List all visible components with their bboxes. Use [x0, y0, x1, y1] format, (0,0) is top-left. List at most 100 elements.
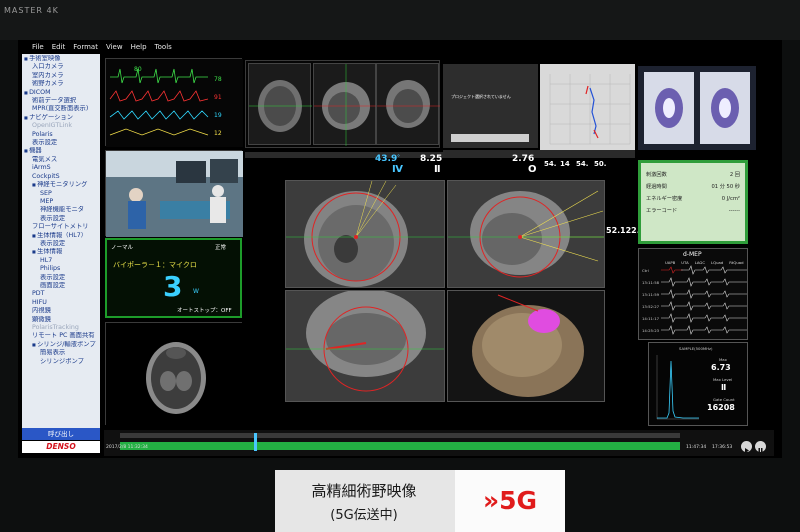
sidebar-item-label: PolarisTracking — [32, 324, 79, 331]
hr-value: 80 — [134, 66, 142, 73]
sidebar-item[interactable]: ■ ナビゲーション — [22, 114, 100, 122]
sidebar-item-label: 術前データ選択 — [32, 97, 77, 105]
sidebar-item[interactable]: 表示設定 — [22, 240, 100, 248]
sidebar-item[interactable]: HIFU — [22, 299, 100, 307]
ct-axial-view[interactable] — [105, 322, 243, 426]
dmep-traces — [661, 265, 747, 335]
sidebar-item-label: OpenIGTLink — [32, 122, 73, 130]
sidebar-item[interactable]: 神経機能モニタ — [22, 206, 100, 214]
or-scene — [106, 151, 243, 237]
sidebar-item-label: リモート PC 画面共有 — [32, 332, 95, 340]
readout-level-b: Ⅱ — [434, 164, 441, 175]
sidebar-item[interactable]: 画面設定 — [22, 282, 100, 290]
pause-icon — [758, 448, 763, 453]
sidebar-item[interactable]: ■ 神経モニタリング — [22, 181, 100, 189]
denso-logo: DENSO — [22, 441, 100, 453]
stim-row-energy: エネルギー密度 0 J/cm² — [646, 196, 740, 202]
sidebar-item[interactable]: OpenIGTLink — [22, 122, 100, 130]
sidebar-item[interactable]: 表示設定 — [22, 215, 100, 223]
sidebar-item[interactable]: PolarisTracking — [22, 324, 100, 332]
tracking-graph-panel[interactable] — [540, 64, 635, 152]
sidebar-tree: ■ 手術室映像 入口カメラ 室内カメラ 術野カメラ ■ DICOM 術前データ選択 MPR(… — [22, 54, 100, 428]
sidebar-item[interactable]: 室内カメラ — [22, 72, 100, 80]
sidebar-item-label: HIFU — [32, 298, 47, 306]
sidebar-item[interactable]: Polaris — [22, 131, 100, 139]
project-info-panel: プロジェクト選択されていません — [443, 64, 538, 148]
sidebar-item[interactable]: ■ 生体情報 — [22, 248, 100, 256]
call-button[interactable]: 呼び出し — [22, 428, 100, 440]
menu-view[interactable]: View — [106, 43, 123, 51]
sidebar-item[interactable]: PDT — [22, 290, 100, 298]
monitor-bezel: MASTER 4K — [0, 0, 800, 40]
bipolar-status: 正常 — [215, 245, 227, 251]
mri-axial-mini[interactable] — [248, 63, 312, 145]
sidebar-item[interactable]: CockpitS — [22, 173, 100, 181]
sidebar-item-label: 手術室映像 — [29, 55, 61, 62]
timeline-track-upper[interactable] — [120, 433, 680, 438]
sidebar-item-label: DICOM — [29, 88, 51, 96]
sidebar-item[interactable]: 顕微鏡 — [22, 316, 100, 324]
sidebar-item-label: 神経機能モニタ — [40, 206, 85, 214]
sidebar-item-label: シリンジポンプ — [40, 357, 84, 365]
microscope-view-panel[interactable] — [638, 66, 756, 150]
sidebar-item[interactable]: HL7 — [22, 257, 100, 265]
menu-tools[interactable]: Tools — [155, 43, 172, 51]
menu-edit[interactable]: Edit — [52, 43, 66, 51]
menu-format[interactable]: Format — [73, 43, 98, 51]
nav-3d-render[interactable] — [447, 290, 605, 402]
sidebar-item[interactable]: iArmS — [22, 164, 100, 172]
menu-file[interactable]: File — [32, 43, 44, 51]
ct-image — [106, 323, 243, 426]
sidebar-item[interactable]: MEP — [22, 198, 100, 206]
vital-value-3: 19 — [214, 112, 222, 119]
menu-help[interactable]: Help — [131, 43, 147, 51]
sidebar-item[interactable]: 簡易表示 — [22, 349, 100, 357]
sidebar-item[interactable]: 術野カメラ — [22, 80, 100, 88]
sidebar-item[interactable]: フローサイトメトリ — [22, 223, 100, 231]
sidebar-item-label: SEP — [40, 189, 52, 197]
readout-small-2: 14 — [560, 160, 570, 168]
timeline-marker-left: 11:47:34 — [686, 445, 707, 450]
timeline-playhead[interactable] — [254, 433, 257, 451]
sidebar-item[interactable]: 表示設定 — [22, 274, 100, 282]
or-camera-video[interactable] — [105, 150, 243, 237]
vitals-monitor-panel[interactable]: 80 78 91 19 12 — [105, 58, 243, 147]
sidebar-item[interactable]: ■ 機器 — [22, 147, 100, 155]
nav-sagittal-view[interactable] — [447, 180, 605, 288]
sidebar-item[interactable]: Philips — [22, 265, 100, 273]
spectrum-value-3: 16208 — [707, 403, 735, 412]
spectrum-panel[interactable]: SAMPLE(500MHz) Max 6.73 Max Level Ⅱ Gate… — [648, 342, 748, 426]
timeline-track[interactable] — [120, 442, 680, 450]
sidebar-item-label: PDT — [32, 290, 45, 298]
sidebar-item[interactable]: シリンジポンプ — [22, 358, 100, 366]
sidebar-item[interactable]: SEP — [22, 190, 100, 198]
sidebar-item[interactable]: ■ DICOM — [22, 89, 100, 97]
mri-sagittal-mini[interactable] — [313, 63, 377, 146]
sidebar-item[interactable]: ■ 生体情報（HL7） — [22, 232, 100, 240]
mri-coronal-mini[interactable] — [376, 63, 440, 145]
nav-axial-view[interactable] — [285, 180, 445, 288]
bipolar-value: 3 — [163, 270, 183, 303]
sidebar-item[interactable]: 入口カメラ — [22, 63, 100, 71]
sidebar-item[interactable]: MPR(直交断面表示) — [22, 105, 100, 113]
bipolar-panel[interactable]: ノーマル 正常 バイポーラ－１：マイクロ 3 W オートストップ：OFF — [105, 238, 242, 318]
spectrum-label-2: Max Level — [713, 377, 733, 382]
dmep-panel[interactable]: d-MEP UAPB UTA LAGC LQuad RtQuad Ctrl 13:11:… — [638, 248, 748, 340]
sidebar-item[interactable]: ■ シリンジ/輸液ポンプ — [22, 341, 100, 349]
timeline-bar: 2017/2/8 11:32:34 11:47:34 17:36:53 — [104, 430, 774, 456]
play-button[interactable] — [741, 441, 752, 453]
vitals-waveforms: 80 78 91 19 12 — [106, 59, 243, 147]
graph-strip — [443, 150, 635, 158]
vital-value-2: 91 — [214, 94, 222, 101]
sidebar-item[interactable]: 表示設定 — [22, 139, 100, 147]
sidebar-item[interactable]: 術前データ選択 — [22, 97, 100, 105]
sidebar-item[interactable]: ■ 手術室映像 — [22, 55, 100, 63]
pause-button[interactable] — [755, 441, 766, 453]
nav-coronal-view[interactable] — [285, 290, 445, 402]
nav-axial-image — [286, 181, 444, 287]
sidebar-item[interactable]: リモート PC 画面共有 — [22, 332, 100, 340]
project-info-text: プロジェクト選択されていません — [451, 94, 511, 99]
sidebar-item[interactable]: 内視鏡 — [22, 307, 100, 315]
sidebar-item[interactable]: 電気メス — [22, 156, 100, 164]
readout-small-3: 54. — [576, 160, 589, 168]
